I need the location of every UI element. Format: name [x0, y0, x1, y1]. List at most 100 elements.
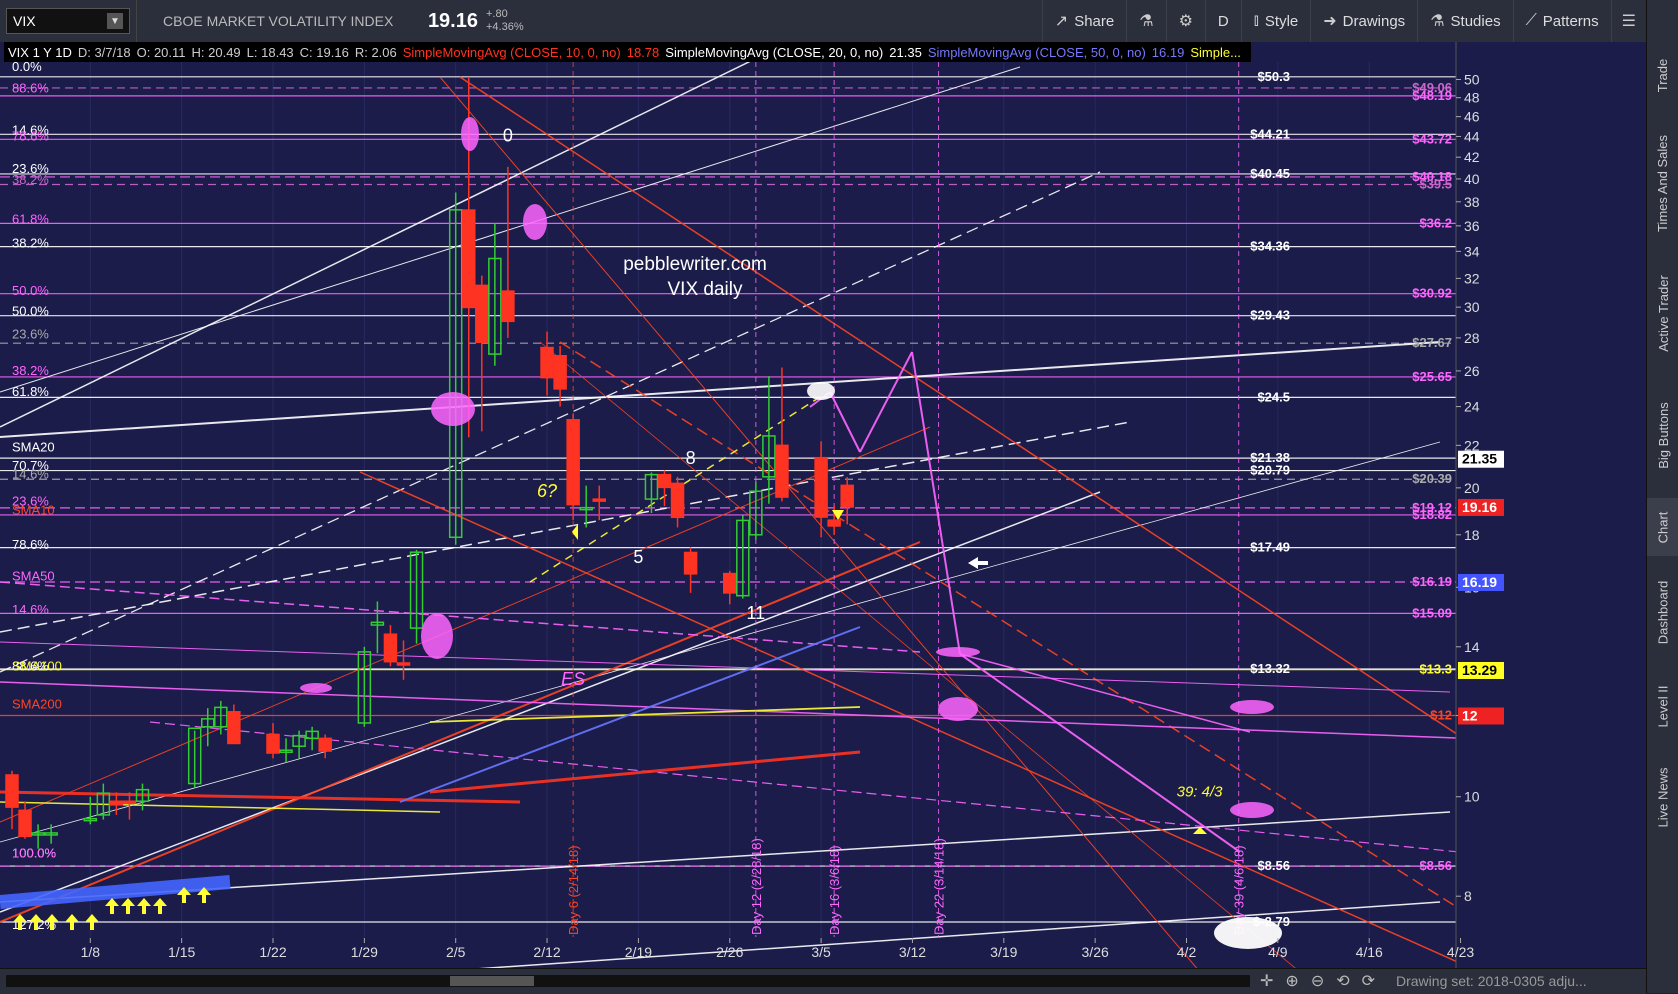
fib-label: 38.2% — [12, 363, 49, 378]
tab-chart-label: Chart — [1655, 511, 1671, 543]
annotation-label: 11 — [747, 603, 766, 623]
level-label: $24.5 — [1257, 389, 1290, 404]
level-label: $18.82 — [1412, 507, 1452, 522]
x-tick-label: 2/26 — [716, 944, 743, 960]
candle-body — [592, 498, 606, 502]
drag-handle[interactable] — [136, 0, 137, 42]
x-tick-label: 1/22 — [259, 944, 286, 960]
tab-active-trader[interactable]: Active Trader — [1647, 254, 1678, 372]
tab-active-trader-label: Active Trader — [1655, 274, 1671, 352]
y-tick-label: 14 — [1464, 639, 1480, 655]
hamburger-icon: ☰ — [1621, 13, 1636, 30]
candle-body — [566, 419, 580, 506]
x-tick-label: 3/5 — [811, 944, 831, 960]
candle-body — [5, 774, 19, 808]
legend-range: R: 2.06 — [354, 44, 397, 60]
candle-style-icon: ⫾ — [1253, 12, 1259, 29]
zoom-out-icon[interactable]: ⊖ — [1311, 971, 1324, 991]
patterns-button[interactable]: ⟋ Patterns — [1512, 0, 1611, 42]
y-tick-label: 38 — [1464, 194, 1480, 210]
redo-icon[interactable]: ⟳ — [1362, 971, 1375, 991]
price-tag-label: 19.16 — [1462, 499, 1497, 515]
tab-trade[interactable]: Trade — [1647, 40, 1678, 110]
y-tick-label: 34 — [1464, 243, 1480, 259]
level-label: $39.5 — [1419, 177, 1452, 192]
zoom-in-icon[interactable]: ⊕ — [1285, 971, 1298, 991]
crosshair-icon[interactable]: ✛ — [1260, 971, 1273, 991]
drawing-set-label[interactable]: Drawing set: 2018-0305 adju... — [1396, 973, 1587, 989]
period-button[interactable]: D — [1204, 0, 1241, 42]
tab-times-and-sales-label: Times And Sales — [1655, 134, 1671, 232]
bottom-bar: ✛ ⊕ ⊖ ⟲ ⟳ Drawing set: 2018-0305 adju... — [0, 968, 1646, 994]
candle-body — [670, 482, 685, 519]
projection-node — [300, 683, 332, 693]
annotation-label: ES — [561, 669, 585, 689]
candle-body — [723, 572, 737, 594]
price-chart[interactable]: Day 6 (2/14/18) Day 12 (2/28/18) Day 16 (3… — [0, 42, 1646, 968]
projection-node — [523, 204, 547, 240]
level-label: $48.19 — [1412, 88, 1452, 103]
right-sidebar: Trade Times And Sales Active Trader Big … — [1646, 0, 1678, 993]
pattern-icon: ⟋ — [1525, 12, 1537, 29]
studies-label: Studies — [1450, 12, 1501, 30]
projection-node — [1230, 700, 1274, 714]
price-tag-label: 13.29 — [1462, 662, 1497, 678]
legend-sma20-value: 21.35 — [889, 44, 922, 60]
fib-label: 14.6% — [12, 467, 49, 482]
level-label: $43.72 — [1412, 131, 1452, 146]
x-tick-label: 4/23 — [1447, 944, 1474, 960]
menu-button[interactable]: ☰ — [1610, 0, 1646, 42]
projection-node — [431, 392, 475, 426]
candle-body — [827, 519, 841, 527]
fib-label: 88.6% — [12, 80, 49, 95]
legend-more[interactable]: Simple... — [1190, 45, 1241, 60]
share-icon: ↗ — [1054, 13, 1069, 30]
y-tick-label: 46 — [1464, 109, 1480, 125]
y-tick-label: 20 — [1464, 480, 1480, 496]
tab-dashboard[interactable]: Dashboard — [1647, 562, 1678, 662]
patterns-label: Patterns — [1542, 12, 1599, 30]
annotation-label: 0 — [503, 126, 513, 146]
instrument-title: CBOE MARKET VOLATILITY INDEX — [163, 13, 394, 29]
legend-sma20[interactable]: SimpleMovingAvg (CLOSE, 20, 0, no) — [665, 45, 883, 60]
candle-body — [683, 551, 698, 575]
flask-button[interactable]: ⚗ — [1126, 0, 1165, 42]
chevron-down-icon[interactable]: ▼ — [107, 13, 123, 29]
candle-body — [266, 733, 280, 754]
symbol-selector[interactable]: VIX ▼ — [6, 8, 130, 34]
day-marker-label: Day 12 (2/28/18) — [749, 838, 764, 935]
tab-times-and-sales[interactable]: Times And Sales — [1647, 118, 1678, 248]
y-tick-label: 40 — [1464, 171, 1480, 187]
tab-live-news[interactable]: Live News — [1647, 752, 1678, 842]
level-label: $15.09 — [1412, 605, 1452, 620]
candle-body — [318, 737, 332, 752]
level-label: $8.56 — [1419, 858, 1452, 873]
projection-node — [936, 647, 980, 657]
fib-label: 38.2% — [12, 172, 49, 187]
y-tick-label: 30 — [1464, 299, 1480, 315]
tab-big-buttons[interactable]: Big Buttons — [1647, 380, 1678, 490]
legend-sma10-value: 18.78 — [626, 44, 660, 60]
style-button[interactable]: ⫾ Style — [1240, 0, 1310, 42]
legend-sma50-value: 16.19 — [1151, 44, 1185, 60]
settings-button[interactable]: ⚙ — [1165, 0, 1205, 42]
drawings-button[interactable]: ➜ Drawings — [1310, 0, 1417, 42]
symbol-text: VIX — [13, 13, 36, 29]
chart-scrollbar[interactable] — [6, 975, 1250, 987]
legend-sma10[interactable]: SimpleMovingAvg (CLOSE, 10, 0, no) — [403, 45, 621, 60]
candle-body — [109, 800, 124, 806]
studies-button[interactable]: ⚗ Studies — [1417, 0, 1512, 42]
share-button[interactable]: ↗ Share — [1041, 0, 1126, 42]
fib-label: 100.0% — [12, 846, 57, 861]
tab-level-ii[interactable]: Level II — [1647, 668, 1678, 744]
chart-subtitle: VIX daily — [668, 279, 743, 300]
y-tick-label: 36 — [1464, 218, 1480, 234]
candle-body — [540, 346, 554, 379]
tab-chart[interactable]: Chart — [1647, 498, 1678, 556]
fib-label: 78.6% — [12, 128, 49, 143]
level-label: $20.39 — [1412, 471, 1452, 486]
legend-sma50[interactable]: SimpleMovingAvg (CLOSE, 50, 0, no) — [928, 45, 1146, 60]
undo-icon[interactable]: ⟲ — [1336, 971, 1349, 991]
scrollbar-thumb[interactable] — [450, 976, 534, 986]
share-label: Share — [1074, 12, 1115, 30]
